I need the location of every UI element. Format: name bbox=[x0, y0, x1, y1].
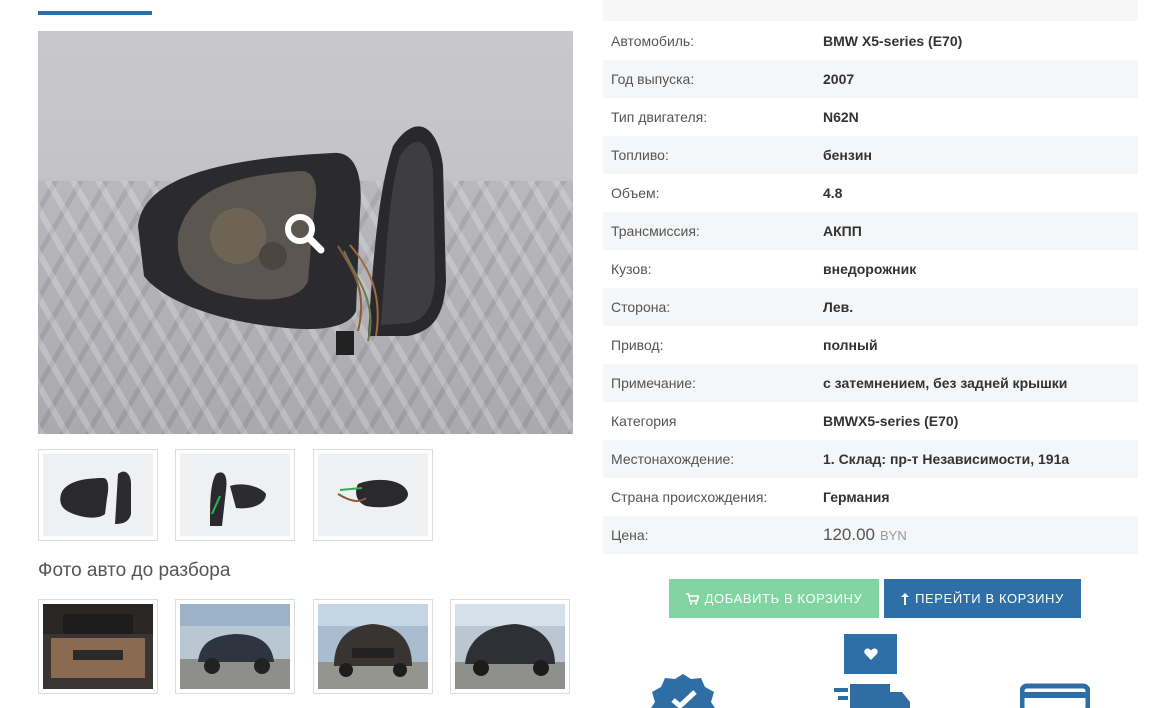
spec-row-volume: Объем: 4.8 bbox=[603, 174, 1138, 212]
spec-label: Примечание: bbox=[611, 375, 696, 391]
spec-value: BMW X5-series (E70) bbox=[823, 33, 963, 49]
spec-label: Год выпуска: bbox=[611, 71, 695, 87]
spec-value: 2007 bbox=[823, 71, 855, 87]
spec-table: Автомобиль: BMW X5-series (E70) Год выпус… bbox=[603, 22, 1138, 554]
car-photo-thumbnail[interactable] bbox=[38, 599, 158, 694]
car-photo-thumbnail[interactable] bbox=[450, 599, 570, 694]
shopping-cart-icon bbox=[685, 592, 699, 605]
spec-row-fuel: Топливо: бензин bbox=[603, 136, 1138, 174]
price-currency: BYN bbox=[880, 527, 907, 543]
main-product-photo[interactable] bbox=[38, 31, 573, 434]
spec-label: Кузов: bbox=[611, 261, 652, 277]
spec-row-location: Местонахождение: 1. Склад: пр-т Независим… bbox=[603, 440, 1138, 478]
spec-row-body: Кузов: внедорожник bbox=[603, 250, 1138, 288]
spec-value: АКПП bbox=[823, 223, 862, 239]
part-thumbnail[interactable] bbox=[38, 449, 158, 541]
verified-badge-icon bbox=[651, 674, 715, 708]
spec-row-car: Автомобиль: BMW X5-series (E70) bbox=[603, 22, 1138, 60]
spec-row-drive: Привод: полный bbox=[603, 326, 1138, 364]
spec-label: Категория bbox=[611, 413, 677, 429]
spec-value: 1. Склад: пр-т Независимости, 191а bbox=[823, 451, 1070, 467]
section-title: Фото авто до разбора bbox=[38, 560, 231, 581]
spec-row-note: Примечание: с затемнением, без задней кры… bbox=[603, 364, 1138, 402]
add-to-cart-button[interactable]: ДОБАВИТЬ В КОРЗИНУ bbox=[669, 579, 879, 618]
spec-row-price: Цена: 120.00 BYN bbox=[603, 516, 1138, 554]
delivery-truck-icon bbox=[834, 684, 910, 708]
favorite-button[interactable] bbox=[844, 634, 897, 674]
spec-label: Привод: bbox=[611, 337, 664, 353]
spec-label: Сторона: bbox=[611, 299, 671, 315]
spec-label: Тип двигателя: bbox=[611, 109, 708, 125]
spec-row-side: Сторона: Лев. bbox=[603, 288, 1138, 326]
spec-label: Местонахождение: bbox=[611, 451, 735, 467]
spec-label: Объем: bbox=[611, 185, 660, 201]
magnifier-icon[interactable] bbox=[282, 211, 326, 255]
go-to-cart-label: ПЕРЕЙТИ В КОРЗИНУ bbox=[915, 591, 1064, 606]
spec-row-country: Страна происхождения: Германия bbox=[603, 478, 1138, 516]
part-thumbnail[interactable] bbox=[313, 449, 433, 541]
spec-label: Трансмиссия: bbox=[611, 223, 700, 239]
spec-value: бензин bbox=[823, 147, 872, 163]
spec-row-engine: Тип двигателя: N62N bbox=[603, 98, 1138, 136]
car-photo-thumbnail[interactable] bbox=[313, 599, 433, 694]
car-photo-thumbnail[interactable] bbox=[175, 599, 295, 694]
spec-value: Германия bbox=[823, 489, 890, 505]
spec-label: Автомобиль: bbox=[611, 33, 695, 49]
spec-value: внедорожник bbox=[823, 261, 917, 277]
section-accent-bar bbox=[38, 11, 152, 15]
spec-label: Топливо: bbox=[611, 147, 669, 163]
spec-value: полный bbox=[823, 337, 878, 353]
spec-value: Лев. bbox=[823, 299, 854, 315]
spec-row-transmission: Трансмиссия: АКПП bbox=[603, 212, 1138, 250]
arrow-up-icon bbox=[901, 592, 910, 605]
credit-card-icon bbox=[1020, 683, 1090, 708]
spec-value: 4.8 bbox=[823, 185, 843, 201]
part-thumbnail[interactable] bbox=[175, 449, 295, 541]
price-amount: 120.00 bbox=[823, 525, 875, 544]
spec-label: Страна происхождения: bbox=[611, 489, 768, 505]
spec-row-year: Год выпуска: 2007 bbox=[603, 60, 1138, 98]
spec-value: N62N bbox=[823, 109, 859, 125]
add-to-cart-label: ДОБАВИТЬ В КОРЗИНУ bbox=[704, 591, 863, 606]
spec-value: с затемнением, без задней крышки bbox=[823, 375, 1068, 391]
price-label: Цена: bbox=[611, 527, 649, 543]
heart-icon bbox=[863, 648, 878, 660]
spec-table-top-row bbox=[603, 0, 1138, 21]
spec-value: BMWX5-series (E70) bbox=[823, 413, 959, 429]
spec-row-category: Категория BMWX5-series (E70) bbox=[603, 402, 1138, 440]
go-to-cart-button[interactable]: ПЕРЕЙТИ В КОРЗИНУ bbox=[884, 579, 1081, 618]
